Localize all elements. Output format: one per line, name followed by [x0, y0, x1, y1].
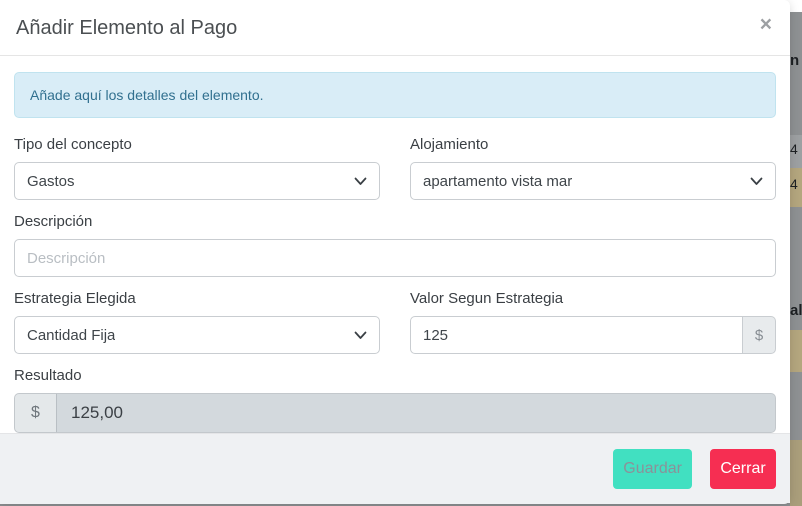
estrategia-label: Estrategia Elegida	[14, 290, 136, 307]
background-row	[790, 12, 802, 135]
info-alert: Añade aquí los detalles del elemento.	[14, 72, 776, 118]
valor-input-group: $	[410, 316, 776, 354]
valor-label: Valor Segun Estrategia	[410, 290, 564, 307]
tipo-concepto-select[interactable]: Gastos	[14, 162, 380, 200]
add-payment-element-modal: Añadir Elemento al Pago × Añade aquí los…	[0, 0, 790, 504]
background-row	[790, 330, 802, 372]
background-row	[790, 0, 802, 12]
dollar-addon: $	[14, 393, 57, 433]
page: n 4 4 al Añadir Elemento al Pago × Añade…	[0, 0, 802, 506]
modal-footer: Guardar Cerrar	[0, 433, 790, 504]
estrategia-value: Cantidad Fija	[27, 326, 116, 344]
background-text-fragment: 4	[790, 176, 798, 192]
resultado-input	[57, 393, 776, 433]
descripcion-label: Descripción	[14, 213, 93, 230]
resultado-label: Resultado	[14, 367, 82, 384]
background-text-fragment: n	[790, 52, 800, 69]
dollar-addon: $	[743, 316, 776, 354]
alojamiento-label: Alojamiento	[410, 136, 489, 153]
modal-body: Añade aquí los detalles del elemento. Ti…	[0, 56, 790, 433]
close-icon[interactable]: ×	[760, 14, 772, 35]
modal-title: Añadir Elemento al Pago	[16, 17, 238, 39]
chevron-down-icon	[354, 331, 367, 339]
tipo-concepto-value: Gastos	[27, 172, 75, 190]
modal-header: Añadir Elemento al Pago ×	[0, 0, 790, 56]
background-row	[790, 372, 802, 440]
background-text-fragment: al	[790, 302, 802, 319]
resultado-input-group: $	[14, 393, 776, 433]
background-table: n 4 4 al	[790, 0, 802, 506]
chevron-down-icon	[354, 177, 367, 185]
valor-input[interactable]	[410, 316, 743, 354]
chevron-down-icon	[750, 177, 763, 185]
alojamiento-value: apartamento vista mar	[423, 172, 573, 190]
background-text-fragment: 4	[790, 141, 798, 157]
guardar-button[interactable]: Guardar	[613, 449, 692, 489]
estrategia-select[interactable]: Cantidad Fija	[14, 316, 380, 354]
background-row	[790, 440, 802, 506]
descripcion-input[interactable]	[14, 239, 776, 277]
alojamiento-select[interactable]: apartamento vista mar	[410, 162, 776, 200]
cerrar-button[interactable]: Cerrar	[710, 449, 776, 489]
tipo-concepto-label: Tipo del concepto	[14, 136, 132, 153]
